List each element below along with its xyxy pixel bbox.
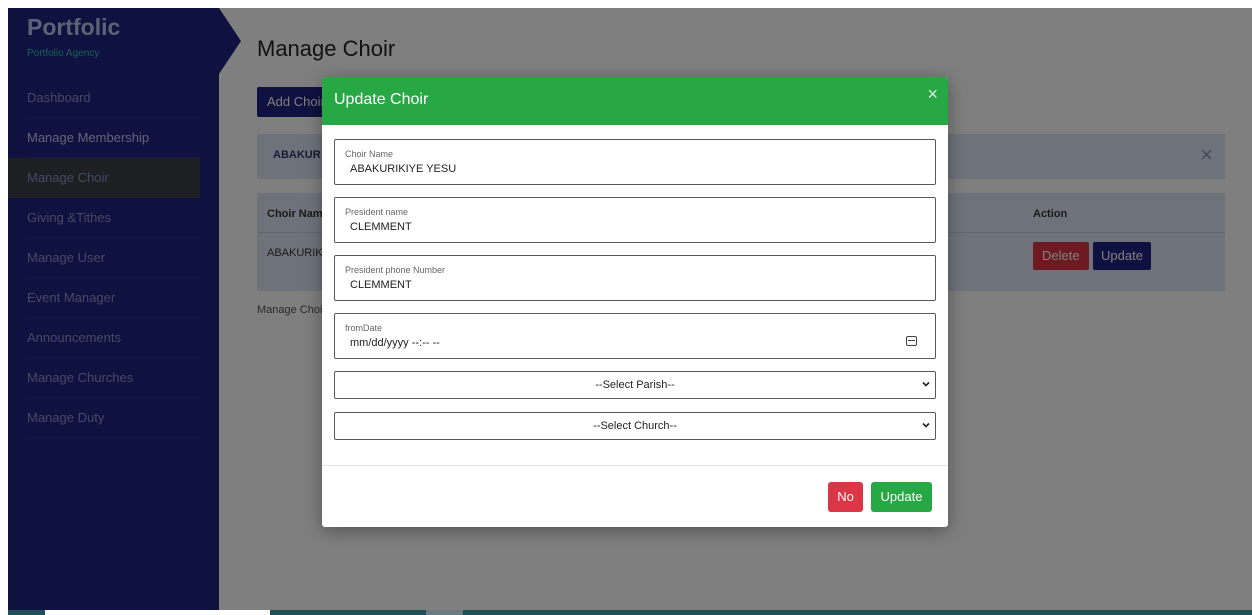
president-phone-field[interactable]: President phone Number CLEMMENT [334, 255, 936, 301]
modal-footer-divider [322, 465, 948, 466]
church-select-value: --Select Church-- [593, 420, 677, 432]
president-phone-label: President phone Number [345, 265, 446, 275]
app-frame: Portfolic Portfolio Agency Dashboard Man… [8, 8, 1252, 615]
church-select[interactable]: --Select Church-- [334, 412, 936, 440]
modal-title: Update Choir [334, 91, 429, 108]
president-name-field[interactable]: President name CLEMMENT [334, 197, 936, 243]
from-date-value: mm/dd/yyyy --:-- -- [350, 337, 440, 349]
chevron-down-icon [922, 381, 930, 387]
update-choir-modal: Update Choir × Choir Name ABAKURIKIYE YE… [322, 77, 948, 527]
choir-name-field[interactable]: Choir Name ABAKURIKIYE YESU [334, 139, 936, 185]
close-icon[interactable]: × [927, 85, 938, 103]
chevron-down-icon [922, 422, 930, 428]
calendar-icon[interactable] [906, 336, 917, 346]
president-phone-value: CLEMMENT [350, 279, 412, 291]
no-button[interactable]: No [828, 482, 863, 512]
update-button[interactable]: Update [871, 482, 932, 512]
modal-header: Update Choir × [322, 77, 948, 125]
taskbar-indicator[interactable] [426, 610, 463, 615]
taskbar-window[interactable] [45, 610, 270, 615]
president-name-label: President name [345, 207, 409, 217]
choir-name-value: ABAKURIKIYE YESU [350, 163, 457, 175]
from-date-label: fromDate [345, 323, 383, 333]
choir-name-label: Choir Name [345, 149, 394, 159]
parish-select-value: --Select Parish-- [595, 379, 675, 391]
president-name-value: CLEMMENT [350, 221, 412, 233]
parish-select[interactable]: --Select Parish-- [334, 371, 936, 399]
from-date-field[interactable]: fromDate mm/dd/yyyy --:-- -- [334, 313, 936, 359]
